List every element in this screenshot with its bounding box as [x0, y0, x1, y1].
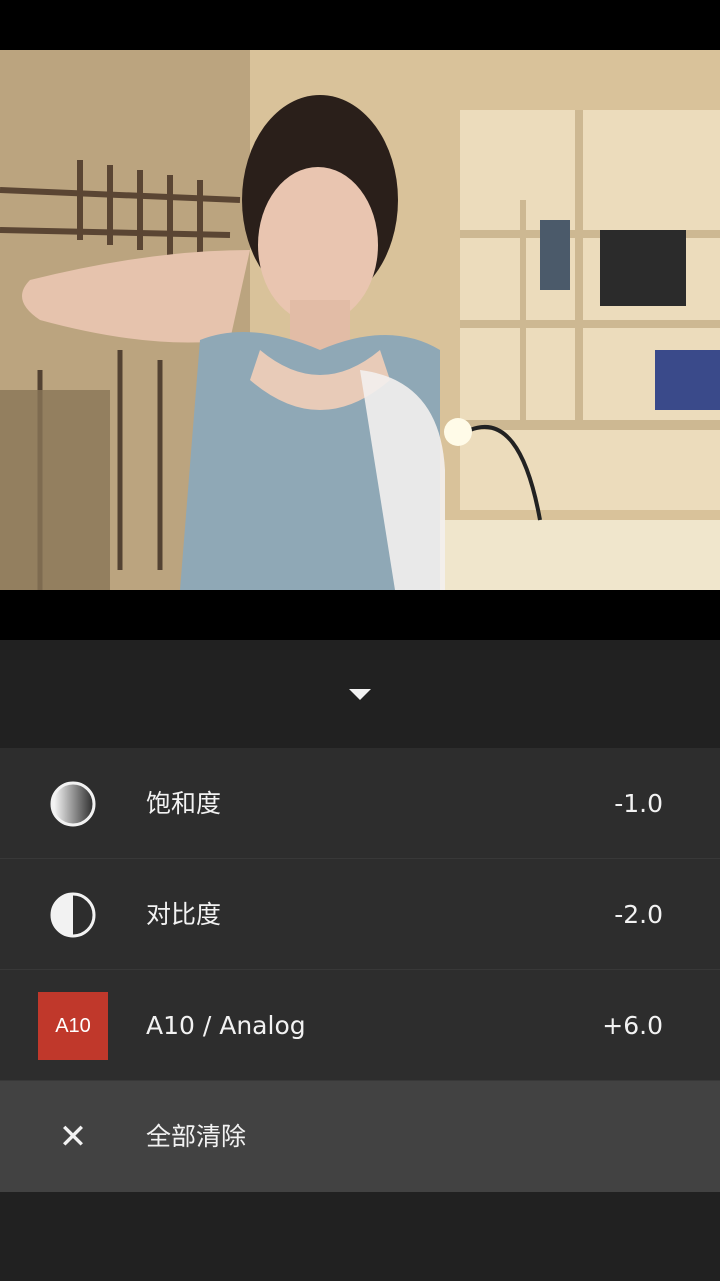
adjustment-value: -1.0	[614, 789, 663, 818]
photo-bottom-bar	[0, 590, 720, 640]
adjustment-label: 饱和度	[146, 789, 222, 818]
adjustments-panel: 饱和度 -1.0 对比度 -2.0 A10 A10 / Analog +6.0 …	[0, 640, 720, 1281]
photo-preview	[0, 50, 720, 590]
caret-down-icon	[349, 688, 371, 700]
adjustment-row-saturation[interactable]: 饱和度 -1.0	[0, 748, 720, 859]
preset-badge: A10	[38, 992, 108, 1060]
preset-badge-label: A10	[38, 992, 108, 1060]
adjustment-value: +6.0	[602, 1011, 663, 1040]
adjustment-label: A10 / Analog	[146, 1011, 306, 1040]
adjustment-label: 对比度	[146, 900, 222, 929]
adjustment-value: -2.0	[614, 900, 663, 929]
close-icon: ✕	[58, 1117, 88, 1157]
clear-all-button[interactable]: ✕ 全部清除	[0, 1081, 720, 1192]
contrast-icon	[38, 881, 108, 949]
top-black-bar	[0, 0, 720, 50]
saturation-icon	[38, 770, 108, 838]
adjustment-row-contrast[interactable]: 对比度 -2.0	[0, 859, 720, 970]
clear-all-label: 全部清除	[146, 1122, 247, 1151]
editor-screen: 饱和度 -1.0 对比度 -2.0 A10 A10 / Analog +6.0 …	[0, 0, 720, 1281]
collapse-panel-button[interactable]	[0, 640, 720, 748]
adjustments-list: 饱和度 -1.0 对比度 -2.0 A10 A10 / Analog +6.0 …	[0, 748, 720, 1192]
adjustment-row-preset[interactable]: A10 A10 / Analog +6.0	[0, 970, 720, 1081]
